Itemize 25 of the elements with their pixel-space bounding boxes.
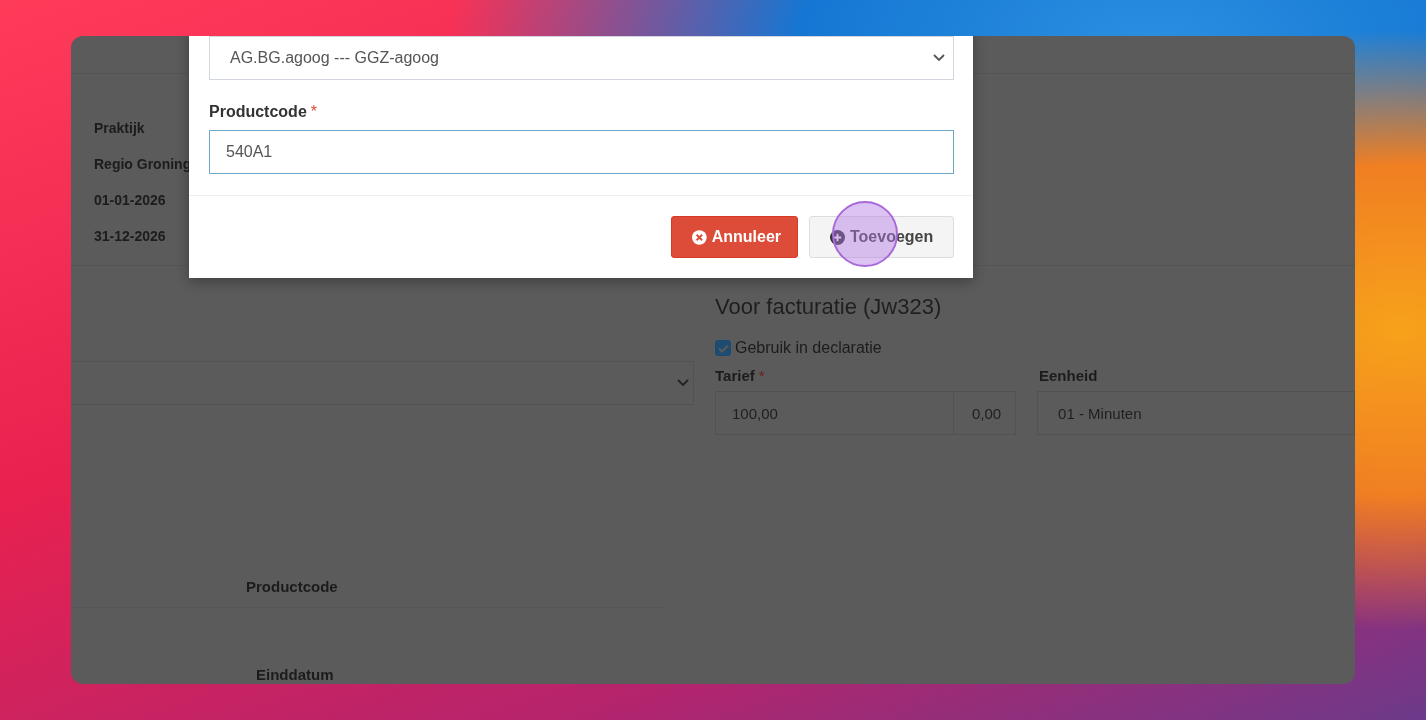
required-mark: * xyxy=(310,103,318,121)
select-field[interactable] xyxy=(71,361,694,405)
info-text: 31-12-2026 xyxy=(94,227,166,246)
chevron-down-icon xyxy=(677,379,689,387)
chevron-down-icon xyxy=(933,54,945,62)
close-icon xyxy=(692,229,707,245)
field-label: Einddatum xyxy=(256,666,334,683)
field-label: Productcode xyxy=(209,103,307,121)
info-text: Regio Groning xyxy=(94,155,192,174)
input-field[interactable]: 540A1 xyxy=(209,130,954,174)
info-text: 01-01-2026 xyxy=(94,191,166,210)
section-title: Voor facturatie (Jw323) xyxy=(715,293,942,321)
column-header: Productcode xyxy=(246,578,338,595)
select-field[interactable]: 01 - Minuten xyxy=(1037,391,1355,435)
plus-icon xyxy=(830,229,845,245)
checkbox[interactable] xyxy=(715,340,731,356)
field-label: Tarief xyxy=(715,366,755,384)
info-text: Praktijk xyxy=(94,119,145,138)
required-mark: * xyxy=(758,366,765,384)
input-field[interactable]: 0,00 xyxy=(954,391,1017,435)
cancel-button[interactable]: Annuleer xyxy=(671,216,798,258)
field-label: Eenheid xyxy=(1039,366,1098,384)
checkbox-label: Gebruik in declaratie xyxy=(735,339,882,357)
input-field[interactable]: 100,00 xyxy=(715,391,955,435)
select-field[interactable]: AG.BG.agoog --- GGZ-agoog xyxy=(209,36,954,80)
